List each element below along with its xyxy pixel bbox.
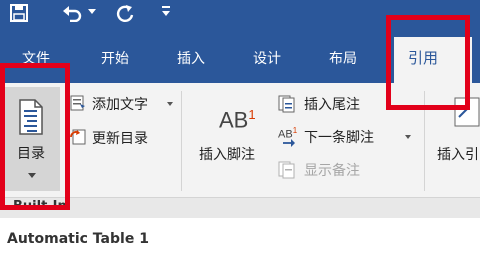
highlight-box-toc — [0, 63, 70, 210]
gallery-section-header: Built-In — [0, 198, 480, 218]
undo-icon[interactable] — [62, 4, 82, 26]
gallery-item-automatic-table-1[interactable]: Automatic Table 1 — [7, 231, 149, 247]
insert-citation-label: 插入引 — [437, 147, 479, 163]
show-notes-label: 显示备注 — [304, 163, 360, 179]
show-notes-icon — [278, 161, 296, 183]
insert-endnote-label: 插入尾注 — [304, 97, 360, 113]
chevron-down-icon — [167, 102, 173, 106]
highlight-box-references-tab — [386, 15, 470, 110]
chevron-down-icon — [405, 135, 411, 139]
redo-icon[interactable] — [115, 4, 135, 28]
tab-design[interactable]: 设计 — [253, 48, 281, 70]
tab-layout[interactable]: 布局 — [329, 48, 357, 70]
add-text-icon — [70, 95, 86, 115]
insert-footnote-label: 插入脚注 — [199, 147, 255, 163]
next-footnote-label: 下一条脚注 — [304, 130, 374, 146]
customize-qat-icon[interactable] — [161, 3, 171, 22]
group-separator — [181, 91, 182, 191]
add-text-label: 添加文字 — [92, 97, 148, 113]
save-icon[interactable] — [10, 4, 28, 26]
insert-footnote-button[interactable]: AB1 插入脚注 — [195, 89, 273, 189]
update-table-icon — [70, 129, 86, 149]
tab-insert[interactable]: 插入 — [177, 48, 205, 70]
endnote-icon — [278, 95, 296, 117]
next-footnote-icon: AB1 — [278, 126, 297, 147]
undo-dropdown-icon[interactable] — [88, 9, 96, 14]
update-toc-label: 更新目录 — [92, 131, 148, 147]
tab-home[interactable]: 开始 — [101, 48, 129, 70]
footnote-icon: AB1 — [219, 107, 256, 133]
